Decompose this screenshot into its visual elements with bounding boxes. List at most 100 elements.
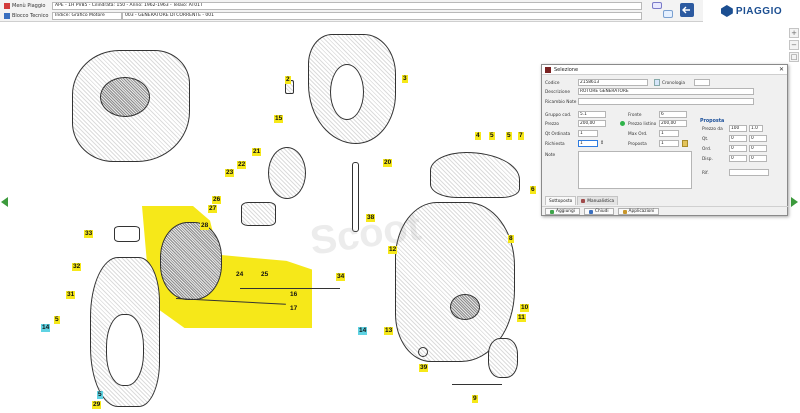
- previous-page-button[interactable]: [1, 197, 9, 207]
- callout-8[interactable]: 8: [508, 235, 514, 243]
- keyboard-icon[interactable]: [652, 2, 662, 9]
- callout-7[interactable]: 7: [518, 132, 524, 140]
- model-field[interactable]: APE - 1H PV85 - Cilindrata: 150 - Anno: …: [52, 2, 642, 10]
- callout-32[interactable]: 32: [72, 263, 82, 271]
- qty-ordered-field[interactable]: 1: [578, 130, 598, 137]
- gasket-33[interactable]: [114, 226, 140, 242]
- proposal-panel-title: Proposta: [700, 119, 725, 124]
- dialog-titlebar: Selezione: [542, 65, 787, 75]
- callout-17[interactable]: 17: [289, 305, 299, 313]
- prop-row-b[interactable]: 1.0: [749, 125, 763, 132]
- callout-21[interactable]: 21: [252, 148, 262, 156]
- contact-breaker[interactable]: [241, 202, 276, 226]
- callout-5a[interactable]: 5: [489, 132, 495, 140]
- qty-requested-field[interactable]: 1: [578, 140, 598, 147]
- max-ord-field[interactable]: 1: [659, 130, 679, 137]
- callout-20[interactable]: 20: [383, 159, 393, 167]
- callout-34[interactable]: 34: [336, 273, 346, 281]
- callout-5d[interactable]: 5: [97, 391, 103, 399]
- zoom-out-button[interactable]: −: [789, 40, 799, 50]
- description-field[interactable]: ROTORE GENERATORE: [578, 88, 754, 95]
- callout-10[interactable]: 10: [520, 304, 530, 312]
- table-field[interactable]: 003 - GENERATORE DI CORRENTE - 001: [122, 12, 642, 20]
- callout-5c[interactable]: 5: [54, 316, 60, 324]
- history-icon[interactable]: [654, 79, 660, 86]
- close-button[interactable]: Chiudi: [583, 208, 614, 215]
- index-field[interactable]: Indice: Grafico Motore: [52, 12, 122, 20]
- add-button[interactable]: Aggiungi: [545, 208, 580, 215]
- applications-button[interactable]: Applicazioni: [617, 208, 660, 215]
- callout-26[interactable]: 26: [212, 196, 222, 204]
- prop-row-a[interactable]: 0: [729, 145, 747, 152]
- callout-16[interactable]: 16: [289, 291, 299, 299]
- prop-row-b[interactable]: 0: [749, 135, 767, 142]
- front-field[interactable]: 6: [659, 111, 687, 118]
- technical-block-label[interactable]: Blocco Tecnico: [0, 13, 52, 19]
- close-icon[interactable]: ✕: [779, 66, 784, 73]
- piaggio-logo: PIAGGIO: [703, 0, 800, 22]
- qty-requested-label: Richiesta: [545, 142, 565, 147]
- callout-31[interactable]: 31: [66, 291, 76, 299]
- prop-row-b[interactable]: 0: [749, 155, 767, 162]
- proposal-field[interactable]: 1: [659, 140, 679, 147]
- callout-4[interactable]: 4: [475, 132, 481, 140]
- back-button[interactable]: [680, 3, 694, 17]
- group-label: Gruppo cod.: [545, 113, 572, 118]
- door-icon: [588, 209, 593, 214]
- callout-12[interactable]: 12: [388, 246, 398, 254]
- fit-button[interactable]: □: [789, 52, 799, 62]
- note-field[interactable]: [578, 151, 692, 189]
- group-field[interactable]: 5.1: [578, 111, 606, 118]
- code-field[interactable]: 2158613: [578, 79, 648, 86]
- flywheel-rotor[interactable]: [160, 222, 222, 300]
- callout-38[interactable]: 38: [366, 214, 376, 222]
- callout-5b[interactable]: 5: [506, 132, 512, 140]
- arrow-right-icon: [791, 197, 798, 207]
- callout-14b[interactable]: 14: [358, 327, 368, 335]
- callout-11[interactable]: 11: [517, 314, 526, 322]
- code-label: Codice: [545, 81, 560, 86]
- prop-row-b[interactable]: 0: [749, 145, 767, 152]
- prop-ref-field[interactable]: [729, 169, 769, 176]
- stator-plate[interactable]: [268, 147, 306, 199]
- callout-15[interactable]: 15: [274, 115, 284, 123]
- price-field[interactable]: 200,00: [578, 120, 606, 127]
- callout-27[interactable]: 27: [208, 205, 218, 213]
- list-price-label: Prezzo listino: [628, 122, 657, 127]
- callout-24[interactable]: 24: [235, 271, 245, 279]
- prop-row-a[interactable]: 0: [729, 155, 747, 162]
- prop-row-a[interactable]: 0: [729, 135, 747, 142]
- callout-2[interactable]: 2: [285, 76, 291, 84]
- zoom-in-button[interactable]: +: [789, 28, 799, 38]
- proposal-label: Proposta: [628, 142, 647, 147]
- air-duct[interactable]: [430, 152, 520, 198]
- callout-14a[interactable]: 14: [41, 324, 51, 332]
- block-icon: [4, 13, 10, 19]
- callout-13[interactable]: 13: [384, 327, 394, 335]
- history-field[interactable]: [694, 79, 710, 86]
- part-note-field[interactable]: [578, 98, 754, 105]
- list-price-field[interactable]: 200,00: [659, 120, 687, 127]
- callout-29[interactable]: 29: [92, 401, 102, 409]
- print-icon[interactable]: [663, 10, 673, 18]
- callout-23[interactable]: 23: [225, 169, 235, 177]
- qty-stepper[interactable]: ⇕: [600, 140, 604, 146]
- prop-row-a[interactable]: 100: [729, 125, 747, 132]
- callout-33[interactable]: 33: [84, 230, 94, 238]
- callout-28[interactable]: 28: [200, 222, 210, 230]
- cart-icon[interactable]: [682, 140, 688, 147]
- menu-label[interactable]: Menù Piaggio: [0, 3, 52, 9]
- callout-39[interactable]: 39: [419, 364, 429, 372]
- tab-sottoposto[interactable]: Sottoposto: [545, 196, 577, 205]
- callout-25[interactable]: 25: [260, 271, 270, 279]
- callout-6[interactable]: 6: [530, 186, 536, 194]
- callout-9[interactable]: 9: [472, 395, 478, 403]
- dialog-tabs: Sottoposto Manualistica: [542, 196, 789, 205]
- next-page-button[interactable]: [791, 197, 799, 207]
- callout-3[interactable]: 3: [402, 75, 408, 83]
- callout-22[interactable]: 22: [237, 161, 247, 169]
- tab-manualistica[interactable]: Manualistica: [577, 196, 619, 205]
- description-label: Descrizione: [545, 90, 570, 95]
- nut-39[interactable]: [418, 347, 428, 357]
- elbow-duct[interactable]: [488, 338, 518, 378]
